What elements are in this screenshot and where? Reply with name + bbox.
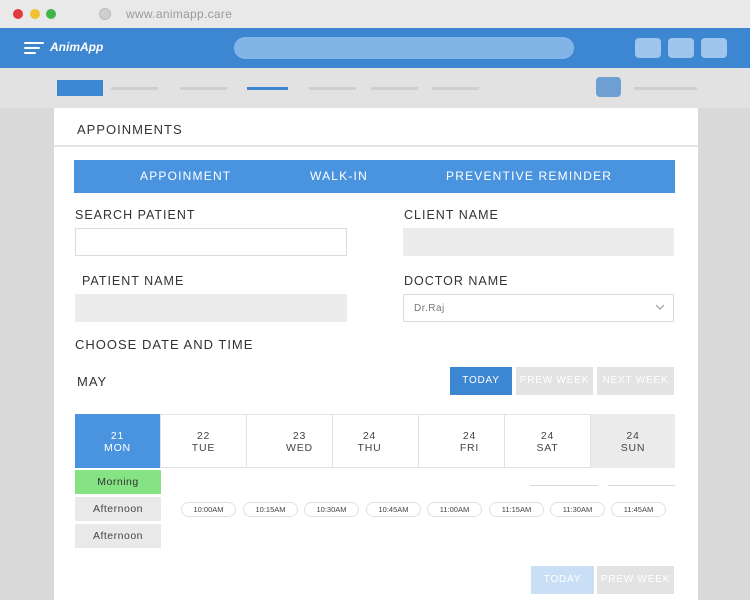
day-name: MON	[104, 442, 131, 454]
day-name: WED	[286, 442, 313, 454]
globe-icon	[99, 8, 111, 20]
period-afternoon[interactable]: Afternoon	[75, 497, 161, 521]
doctor-name-value: Dr.Raj	[414, 303, 445, 314]
doctor-name-label: DOCTOR NAME	[404, 274, 509, 288]
bottom-today-button[interactable]: TODAY	[531, 566, 594, 594]
day-date: 24	[540, 430, 555, 442]
divider-line	[530, 485, 598, 486]
global-search-input[interactable]	[234, 37, 574, 59]
tab-appointment[interactable]: APPOINMENT	[140, 169, 231, 183]
day-name: SAT	[536, 442, 559, 454]
search-patient-input[interactable]	[75, 228, 347, 256]
next-week-button[interactable]: NEXT WEEK	[597, 367, 674, 395]
search-patient-label: SEARCH PATIENT	[75, 208, 196, 222]
time-slot[interactable]: 11:30AM	[550, 502, 605, 517]
day-date: 24	[362, 430, 377, 442]
subnav-item-8[interactable]	[634, 87, 697, 90]
time-slot[interactable]: 10:00AM	[181, 502, 236, 517]
divider-line	[608, 485, 675, 486]
day-name: THU	[357, 442, 382, 454]
menu-icon[interactable]	[24, 42, 44, 54]
app-logo: AnimApp	[50, 40, 104, 54]
day-sun[interactable]: 24 SUN	[591, 414, 675, 468]
today-button[interactable]: TODAY	[450, 367, 512, 395]
maximize-window-dot[interactable]	[46, 9, 56, 19]
time-slot[interactable]: 11:00AM	[427, 502, 482, 517]
day-date: 23	[292, 430, 307, 442]
day-name: SUN	[620, 442, 646, 454]
day-date: 24	[462, 430, 477, 442]
patient-name-field[interactable]	[75, 294, 347, 322]
day-sat[interactable]: 24 SAT	[505, 414, 591, 468]
bottom-prev-week-button[interactable]: PREW WEEK	[597, 566, 674, 594]
subnav-action-button[interactable]	[596, 77, 621, 97]
browser-titlebar	[0, 0, 750, 28]
client-name-field[interactable]	[403, 228, 674, 256]
title-divider	[54, 145, 698, 147]
day-wed[interactable]: 23 WED	[247, 414, 333, 468]
month-label: MAY	[77, 374, 108, 389]
minimize-window-dot[interactable]	[30, 9, 40, 19]
subnav-item-4[interactable]	[247, 87, 288, 90]
prev-week-button[interactable]: PREW WEEK	[516, 367, 593, 395]
time-slot[interactable]: 10:30AM	[304, 502, 359, 517]
day-name: FRI	[459, 442, 480, 454]
close-window-dot[interactable]	[13, 9, 23, 19]
address-bar-url[interactable]: www.animapp.care	[126, 7, 232, 21]
client-name-label: CLIENT NAME	[404, 208, 499, 222]
time-slot[interactable]: 11:45AM	[611, 502, 666, 517]
header-action-button-3[interactable]	[701, 38, 727, 58]
day-fri[interactable]: 24 FRI	[419, 414, 505, 468]
header-action-button-1[interactable]	[635, 38, 661, 58]
time-slot[interactable]: 10:15AM	[243, 502, 298, 517]
subnav-item-2[interactable]	[111, 87, 158, 90]
tab-preventive-reminder[interactable]: PREVENTIVE REMINDER	[446, 169, 612, 183]
chevron-down-icon[interactable]	[655, 302, 665, 312]
day-date: 24	[626, 430, 640, 442]
day-name: TUE	[191, 442, 216, 454]
subnav-item-3[interactable]	[180, 87, 227, 90]
subnav-item-active[interactable]	[57, 80, 103, 96]
day-date: 22	[196, 430, 211, 442]
subnav-item-7[interactable]	[432, 87, 479, 90]
day-mon[interactable]: 21 MON	[75, 414, 161, 468]
period-morning[interactable]: Morning	[75, 470, 161, 494]
day-thu[interactable]: 24 THU	[333, 414, 419, 468]
period-afternoon-2[interactable]: Afternoon	[75, 524, 161, 548]
time-slot[interactable]: 10:45AM	[366, 502, 421, 517]
page-title: APPOINMENTS	[77, 122, 183, 137]
subnav-item-6[interactable]	[371, 87, 418, 90]
patient-name-label: PATIENT NAME	[82, 274, 185, 288]
time-slot[interactable]: 11:15AM	[489, 502, 544, 517]
day-tue[interactable]: 22 TUE	[161, 414, 247, 468]
header-action-button-2[interactable]	[668, 38, 694, 58]
choose-date-time-heading: CHOOSE DATE AND TIME	[75, 337, 254, 352]
day-date: 21	[110, 430, 125, 442]
tab-walk-in[interactable]: WALK-IN	[310, 169, 368, 183]
subnav-item-5[interactable]	[309, 87, 356, 90]
